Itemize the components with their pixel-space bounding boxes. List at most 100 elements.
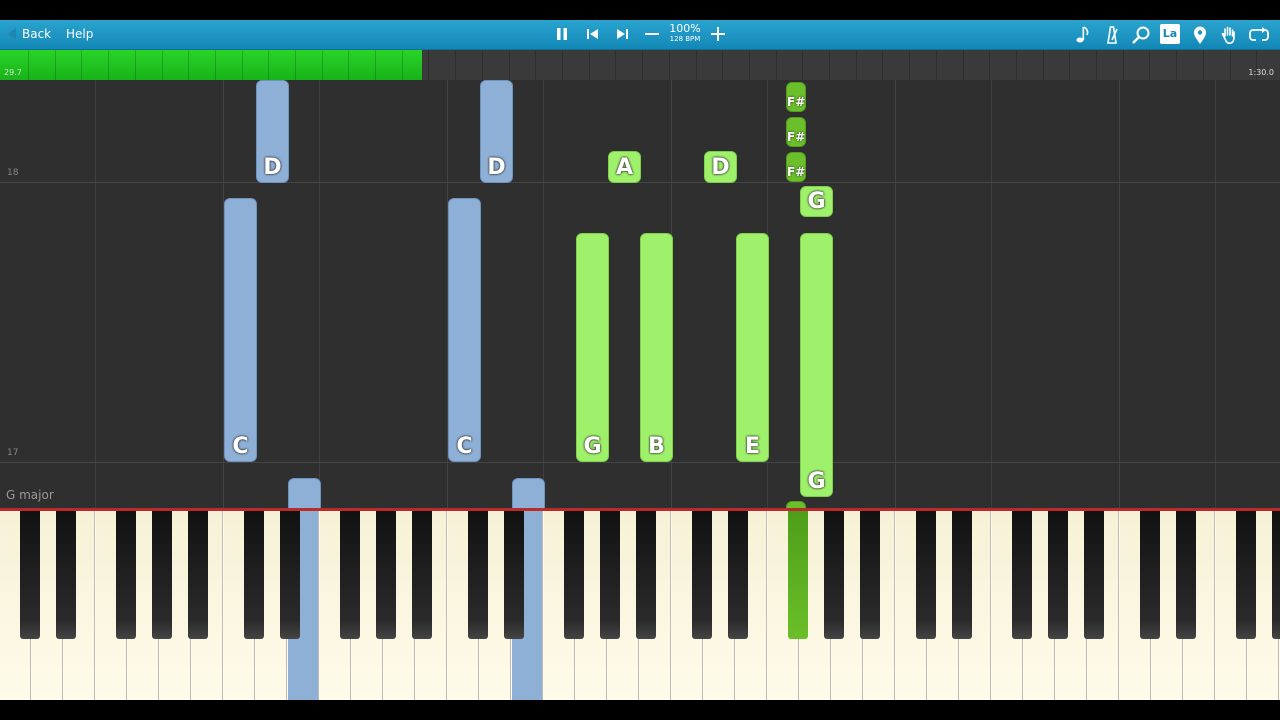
progress-tick [455,50,456,80]
right-hand-note: D [704,151,737,183]
measure-line [0,182,1280,183]
note-icon[interactable] [1072,24,1094,46]
progress-tick [402,50,403,80]
black-key[interactable] [1048,511,1068,639]
progress-tick [989,50,990,80]
note-label: C [456,434,473,459]
hand-icon[interactable] [1218,24,1240,46]
label-toggle-button[interactable]: La [1160,24,1180,44]
faster-button[interactable] [708,24,728,44]
black-key[interactable] [244,511,264,639]
measure-line [0,462,1280,463]
key-signature: G major [6,488,54,502]
black-key[interactable] [860,511,880,639]
progress-tick [669,50,670,80]
progress-tick [1069,50,1070,80]
metronome-icon[interactable] [1101,24,1123,46]
black-key[interactable] [564,511,584,639]
note-label: E [744,434,761,459]
location-pin-icon[interactable] [1189,24,1211,46]
black-key[interactable] [376,511,396,639]
grid-line [895,80,896,508]
progress-tick [535,50,536,80]
right-hand-note: G [800,233,833,497]
speed-percent: 100% [669,22,701,35]
pause-icon[interactable] [552,24,572,44]
progress-tick [482,50,483,80]
loop-icon[interactable] [1248,24,1270,46]
current-time: 29.7 [4,68,22,77]
song-progress-bar[interactable]: 29.7 1:30.0 [0,50,1280,80]
incoming-note [288,478,321,508]
progress-tick [242,50,243,80]
progress-tick [108,50,109,80]
speed-display: 100% 128 BPM [665,23,705,44]
total-time: 1:30.0 [1248,68,1274,77]
note-label: D [711,155,730,180]
black-key[interactable] [824,511,844,639]
next-icon[interactable] [612,24,632,44]
progress-tick [295,50,296,80]
progress-tick [963,50,964,80]
black-key[interactable] [1012,511,1032,639]
left-hand-note: C [448,198,481,462]
left-hand-note: C [224,198,257,462]
progress-tick [802,50,803,80]
back-button[interactable]: Back [4,24,59,44]
note-label: D [487,155,506,180]
grid-line [991,80,992,508]
search-icon[interactable] [1130,24,1152,46]
progress-tick [615,50,616,80]
black-key[interactable] [1236,511,1256,639]
progress-tick [642,50,643,80]
black-key[interactable] [1140,511,1160,639]
slower-button[interactable] [642,24,662,44]
black-key[interactable] [116,511,136,639]
black-key[interactable] [340,511,360,639]
note-label: A [615,155,634,180]
black-key[interactable] [280,511,300,639]
black-key[interactable] [188,511,208,639]
progress-tick [1176,50,1177,80]
progress-tick [268,50,269,80]
black-key[interactable] [916,511,936,639]
grid-line [1119,80,1120,508]
piano-keyboard [0,508,1280,700]
right-hand-note: B [640,233,673,462]
black-key[interactable] [468,511,488,639]
progress-tick [696,50,697,80]
black-key[interactable] [728,511,748,639]
measure-label: 17 [7,448,19,458]
help-button[interactable]: Help [58,24,101,44]
note-label: G [583,434,602,459]
black-key[interactable] [152,511,172,639]
progress-tick [882,50,883,80]
measure-label: 18 [7,168,19,178]
top-letterbox [0,0,1280,20]
progress-tick [749,50,750,80]
black-key[interactable] [504,511,524,639]
previous-icon[interactable] [583,24,603,44]
black-key[interactable] [56,511,76,639]
speed-bpm: 128 BPM [669,35,701,43]
progress-tick [428,50,429,80]
progress-tick [215,50,216,80]
black-key[interactable] [20,511,40,639]
note-label: F# [787,130,806,144]
progress-tick [1016,50,1017,80]
right-hand-note: F# [786,82,806,112]
black-key[interactable] [1084,511,1104,639]
note-label: F# [787,95,806,109]
black-key[interactable] [1176,511,1196,639]
progress-tick [188,50,189,80]
black-key[interactable] [636,511,656,639]
note-label: C [232,434,249,459]
black-key[interactable] [1272,511,1280,639]
progress-tick [589,50,590,80]
right-hand-note: E [736,233,769,462]
black-key[interactable] [788,511,808,639]
black-key[interactable] [600,511,620,639]
black-key[interactable] [412,511,432,639]
black-key[interactable] [952,511,972,639]
black-key[interactable] [692,511,712,639]
